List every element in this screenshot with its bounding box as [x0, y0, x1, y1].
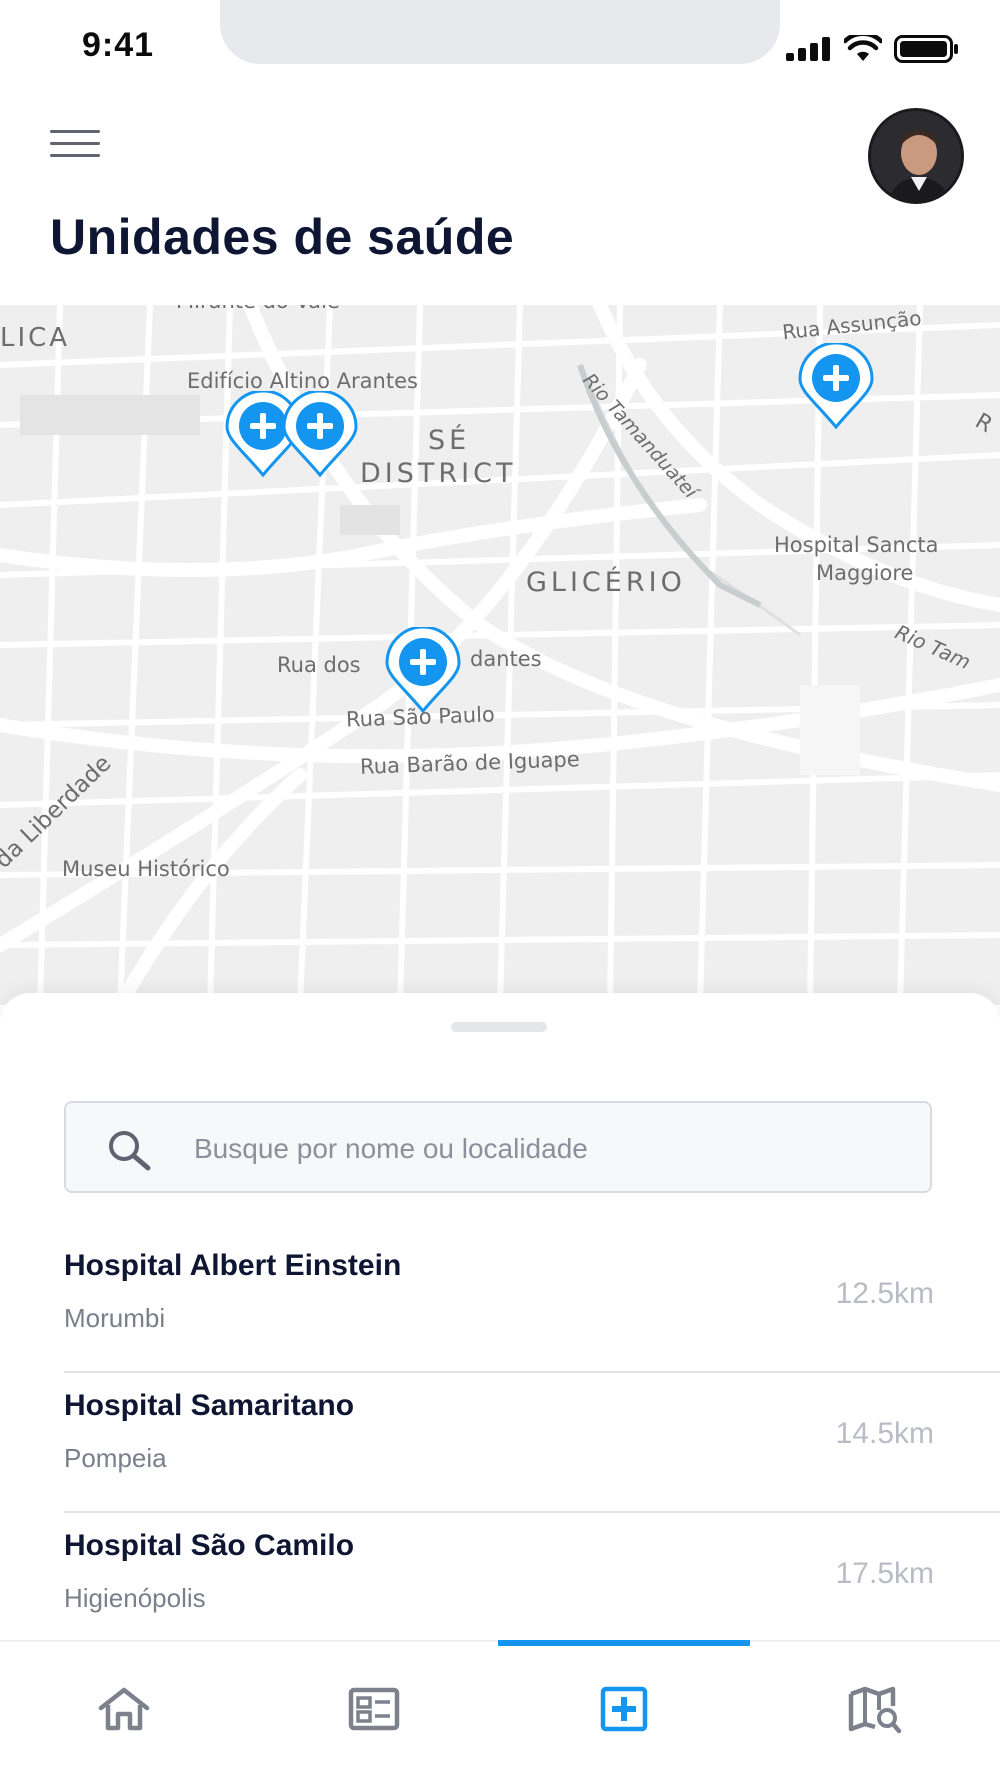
wifi-icon [844, 35, 882, 61]
list-item[interactable]: Hospital Samaritano Pompeia 14.5km [64, 1373, 1000, 1513]
sheet-drag-handle[interactable] [451, 1022, 547, 1032]
map-label: Edifício Altino Arantes [187, 369, 418, 393]
status-time: 9:41 [82, 26, 155, 64]
search-icon [109, 1131, 151, 1171]
hamburger-menu-button[interactable] [50, 130, 100, 164]
menu-line [50, 130, 100, 133]
search-box[interactable] [64, 1101, 932, 1193]
map-search-icon [848, 1686, 902, 1734]
tab-news[interactable] [250, 1642, 500, 1778]
hospital-list: Hospital Albert Einstein Morumbi 12.5km … [64, 1233, 1000, 1653]
map-pin-health-unit[interactable] [796, 341, 876, 433]
map-label: DISTRICT [360, 458, 517, 489]
hospital-name: Hospital Samaritano [64, 1389, 355, 1422]
hospital-distance: 12.5km [835, 1277, 934, 1310]
map-label: Maggiore [816, 561, 914, 585]
menu-line [50, 154, 100, 157]
avatar[interactable] [868, 108, 964, 204]
hospital-area: Pompeia [64, 1443, 167, 1473]
home-icon [98, 1687, 150, 1731]
user-photo-icon [871, 111, 961, 201]
tab-map-search[interactable] [750, 1642, 1000, 1778]
hospital-name: Hospital Albert Einstein [64, 1249, 402, 1282]
status-bar: 9:41 [0, 0, 1000, 80]
map-label: Mirante do Vale [176, 305, 340, 313]
map-pin-health-unit[interactable] [280, 389, 360, 481]
bottom-sheet: Hospital Albert Einstein Morumbi 12.5km … [0, 993, 1000, 1643]
hospital-area: Morumbi [64, 1303, 166, 1333]
page-title: Unidades de saúde [50, 209, 515, 265]
map-label: SÉ [428, 425, 471, 456]
map-label: Rua dos [277, 653, 361, 677]
list-item[interactable]: Hospital São Camilo Higienópolis 17.5km [64, 1513, 1000, 1653]
map-label: dantes [470, 647, 542, 671]
map-pin-health-unit[interactable] [383, 625, 463, 717]
menu-line [50, 142, 100, 145]
hospital-distance: 14.5km [835, 1417, 934, 1450]
signal-icon [786, 37, 830, 61]
bottom-tab-bar [0, 1640, 1000, 1778]
health-unit-icon [600, 1686, 648, 1732]
tab-health-units[interactable] [500, 1642, 750, 1778]
map-label: Museu Histórico [62, 857, 230, 881]
list-item[interactable]: Hospital Albert Einstein Morumbi 12.5km [64, 1233, 1000, 1373]
map-label: Hospital Sancta [774, 533, 939, 557]
map-view[interactable]: Mirante do Vale LICA Edifício Altino Ara… [0, 305, 1000, 1005]
hospital-name: Hospital São Camilo [64, 1529, 355, 1562]
header: Unidades de saúde [0, 80, 1000, 305]
hospital-area: Higienópolis [64, 1583, 206, 1613]
hospital-distance: 17.5km [835, 1557, 934, 1590]
map-label: LICA [0, 323, 71, 353]
device-notch [220, 0, 780, 64]
map-label: GLICÉRIO [526, 567, 686, 598]
news-icon [348, 1687, 400, 1731]
status-icons [786, 34, 960, 64]
search-input[interactable] [194, 1127, 894, 1171]
battery-icon [894, 35, 958, 63]
tab-home[interactable] [0, 1642, 250, 1778]
